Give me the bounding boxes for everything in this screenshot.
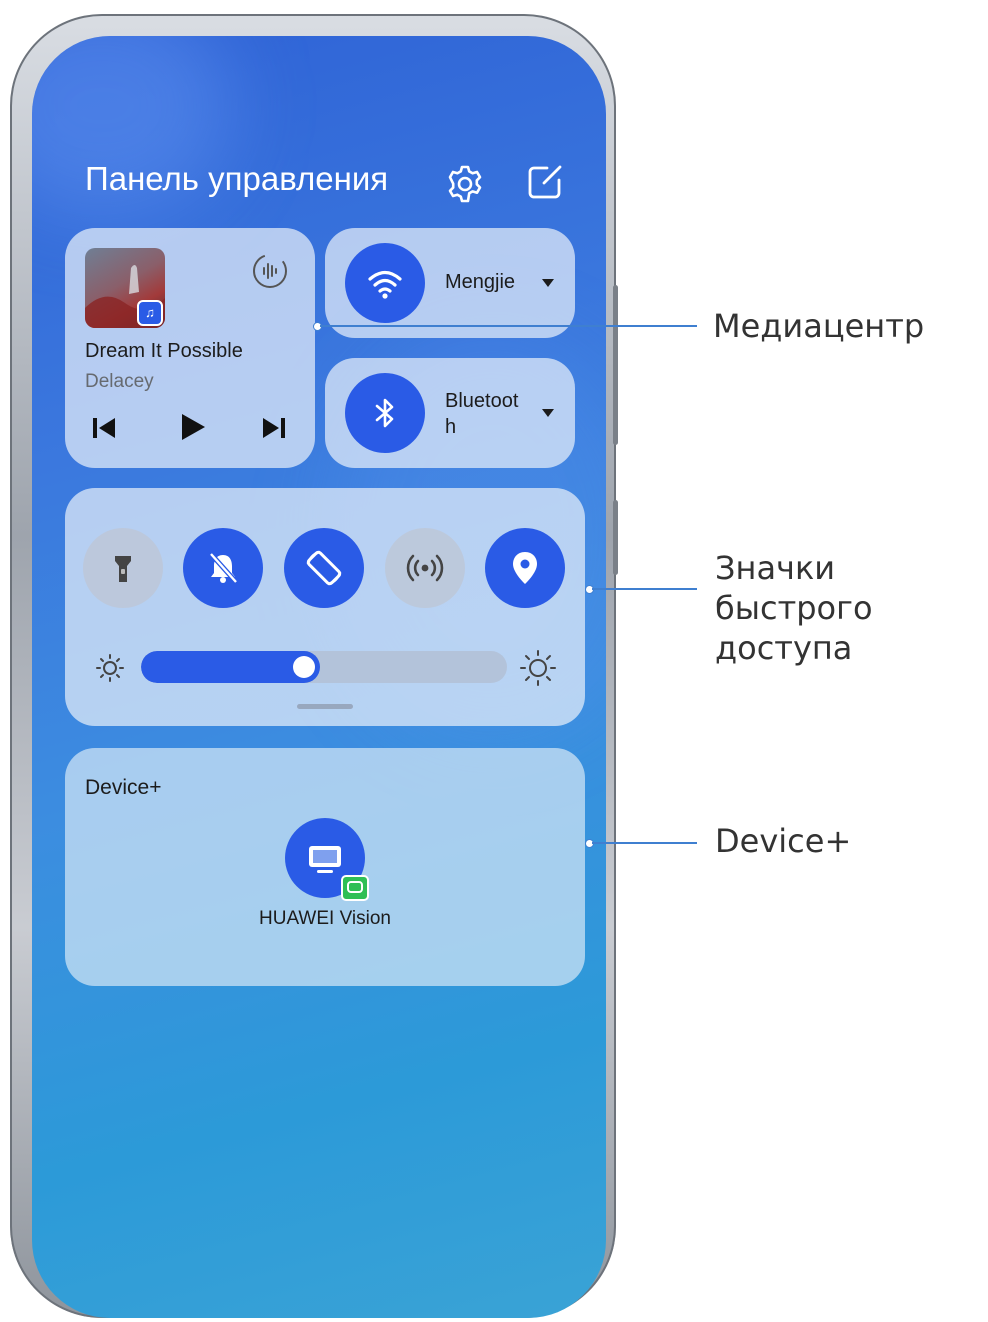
edit-icon[interactable] — [523, 160, 567, 204]
bluetooth-icon[interactable] — [345, 373, 425, 453]
hotspot-icon[interactable] — [385, 528, 465, 608]
audio-output-icon[interactable] — [251, 252, 289, 290]
brightness-knob[interactable] — [293, 656, 315, 678]
volume-button — [613, 285, 618, 445]
bluetooth-label: Bluetoot h — [445, 390, 519, 438]
panel-title: Панель управления — [85, 160, 389, 197]
brightness-high-icon — [519, 649, 557, 687]
song-title: Dream It Possible — [85, 340, 243, 362]
callout-media-label: Медиацентр — [713, 307, 925, 345]
share-badge-icon — [341, 875, 369, 901]
artist-name: Delacey — [85, 371, 154, 392]
album-cover: ♫ — [85, 248, 165, 328]
wifi-tile[interactable]: Mengjie — [325, 228, 575, 338]
device-plus-card: Device+ HUAWEI Vision — [65, 748, 585, 986]
gear-icon[interactable] — [443, 162, 487, 206]
brightness-slider[interactable] — [141, 651, 507, 683]
device-plus-title: Device+ — [85, 776, 162, 799]
expand-handle[interactable] — [297, 704, 353, 709]
callout-line-device — [592, 842, 697, 844]
play-icon[interactable] — [175, 410, 209, 444]
wifi-icon[interactable] — [345, 243, 425, 323]
control-panel-screen: Панель управления ♫ Dream It Possible De… — [32, 36, 606, 1318]
phone-frame: Панель управления ♫ Dream It Possible De… — [10, 14, 616, 1318]
callout-device-label: Device+ — [715, 822, 852, 860]
callout-line-shortcuts — [592, 588, 697, 590]
callout-line-media — [320, 325, 697, 327]
mute-bell-icon[interactable] — [183, 528, 263, 608]
flashlight-icon[interactable] — [83, 528, 163, 608]
brightness-low-icon — [95, 653, 125, 683]
previous-icon[interactable] — [89, 413, 119, 443]
device-name: HUAWEI Vision — [259, 908, 391, 929]
location-icon[interactable] — [485, 528, 565, 608]
music-app-icon: ♫ — [137, 300, 163, 326]
shortcuts-card — [65, 488, 585, 726]
power-button — [613, 500, 618, 575]
bluetooth-tile[interactable]: Bluetoot h — [325, 358, 575, 468]
callout-shortcuts-label: Значки быстрого доступа — [715, 549, 873, 667]
auto-rotate-icon[interactable] — [284, 528, 364, 608]
wifi-network-name: Mengjie — [445, 271, 516, 293]
chevron-down-icon[interactable] — [542, 409, 554, 417]
media-center-card[interactable]: ♫ Dream It Possible Delacey — [65, 228, 315, 468]
chevron-down-icon[interactable] — [542, 279, 554, 287]
next-icon[interactable] — [259, 413, 289, 443]
